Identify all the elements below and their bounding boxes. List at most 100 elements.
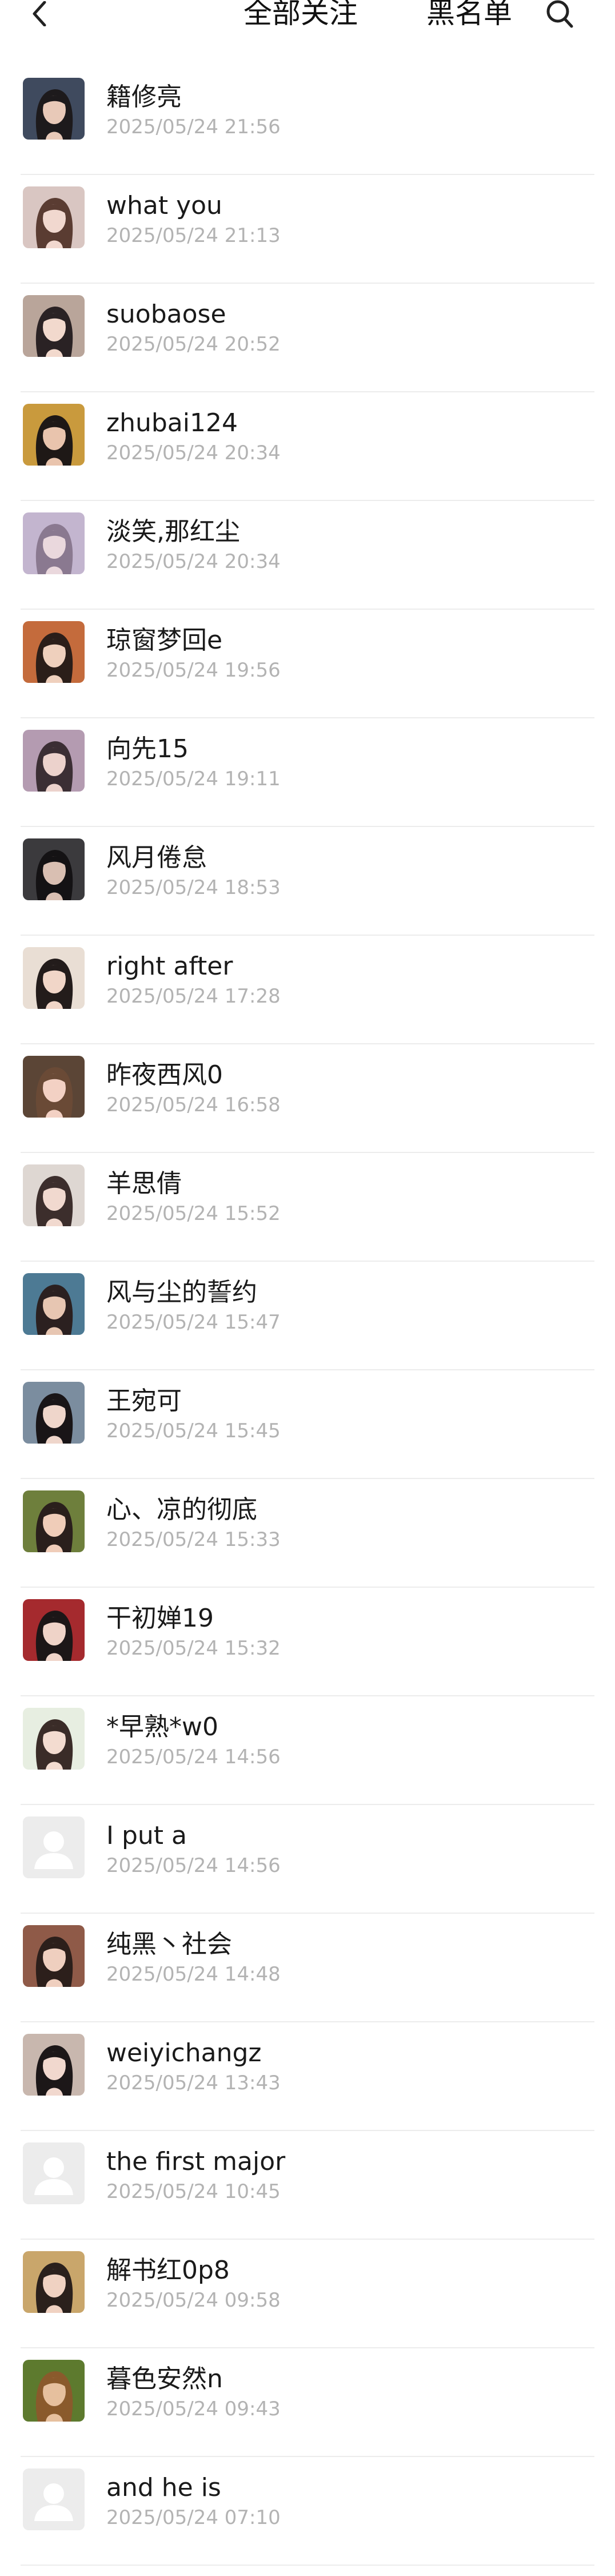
user-name: and he is xyxy=(106,2473,221,2502)
follow-time: 2025/05/24 19:11 xyxy=(106,768,281,790)
follow-time: 2025/05/24 19:56 xyxy=(106,659,281,682)
default-avatar-icon[interactable] xyxy=(23,2468,85,2530)
user-name: 解书红0p8 xyxy=(106,2256,230,2285)
avatar-photo[interactable] xyxy=(23,1056,85,1118)
follow-row[interactable]: 向先15 2025/05/24 19:11 xyxy=(0,718,615,827)
avatar-photo[interactable] xyxy=(23,1490,85,1552)
follow-time: 2025/05/24 10:45 xyxy=(106,2180,281,2203)
follow-time: 2025/05/24 21:13 xyxy=(106,224,281,247)
avatar-photo[interactable] xyxy=(23,730,85,792)
chevron-left-icon xyxy=(33,1,46,26)
follow-time: 2025/05/24 09:43 xyxy=(106,2398,281,2420)
user-name: 向先15 xyxy=(106,734,189,764)
user-name: 王宛可 xyxy=(106,1386,182,1416)
user-name: 昨夜西风0 xyxy=(106,1060,223,1090)
follow-row[interactable]: weiyichangz 2025/05/24 13:43 xyxy=(0,2022,615,2131)
follow-time: 2025/05/24 18:53 xyxy=(106,876,281,899)
follow-time: 2025/05/24 17:28 xyxy=(106,985,281,1008)
user-name: 风月倦怠 xyxy=(106,843,207,872)
user-name: *早熟*w0 xyxy=(106,1712,218,1742)
follow-row[interactable]: I put a 2025/05/24 14:56 xyxy=(0,1805,615,1914)
user-name: 风与尘的誓约 xyxy=(106,1278,257,1307)
follow-time: 2025/05/24 15:33 xyxy=(106,1528,281,1551)
top-bar: 全部关注 黑名单 xyxy=(0,0,615,33)
avatar-photo[interactable] xyxy=(23,2034,85,2096)
follow-row[interactable]: right after 2025/05/24 17:28 xyxy=(0,936,615,1044)
avatar-photo[interactable] xyxy=(23,1925,85,1987)
avatar-photo[interactable] xyxy=(23,1164,85,1226)
tab-blacklist[interactable]: 黑名单 xyxy=(426,0,512,30)
user-name: 籍修亮 xyxy=(106,82,182,112)
default-avatar-icon[interactable] xyxy=(23,2142,85,2204)
user-name: what you xyxy=(106,191,222,220)
avatar-photo[interactable] xyxy=(23,1708,85,1770)
follow-row[interactable]: 风月倦怠 2025/05/24 18:53 xyxy=(0,827,615,936)
avatar-photo[interactable] xyxy=(23,621,85,683)
follow-row[interactable]: suobaose 2025/05/24 20:52 xyxy=(0,284,615,392)
follow-time: 2025/05/24 14:56 xyxy=(106,1746,281,1768)
avatar-photo[interactable] xyxy=(23,295,85,357)
default-avatar-icon[interactable] xyxy=(23,1816,85,1878)
avatar-photo[interactable] xyxy=(23,838,85,900)
follow-time: 2025/05/24 20:34 xyxy=(106,442,281,464)
follow-time: 2025/05/24 21:56 xyxy=(106,116,281,138)
follow-row[interactable]: 王宛可 2025/05/24 15:45 xyxy=(0,1370,615,1479)
user-name: suobaose xyxy=(106,300,226,329)
avatar-photo[interactable] xyxy=(23,1599,85,1661)
follow-time: 2025/05/24 20:52 xyxy=(106,333,281,356)
avatar-photo[interactable] xyxy=(23,512,85,574)
search-button[interactable] xyxy=(543,0,577,30)
user-name: zhubai124 xyxy=(106,408,238,438)
avatar-photo[interactable] xyxy=(23,2360,85,2422)
follow-row[interactable]: 纯黑丶社会 2025/05/24 14:48 xyxy=(0,1914,615,2022)
avatar-photo[interactable] xyxy=(23,404,85,466)
follow-time: 2025/05/24 15:32 xyxy=(106,1637,281,1660)
user-name: 琼窗梦回e xyxy=(106,626,223,655)
follow-row[interactable]: 风与尘的誓约 2025/05/24 15:47 xyxy=(0,1262,615,1370)
follow-row[interactable]: 干初婵19 2025/05/24 15:32 xyxy=(0,1588,615,1696)
follow-row[interactable]: *早熟*w0 2025/05/24 14:56 xyxy=(0,1696,615,1805)
user-name: I put a xyxy=(106,1821,187,1850)
follow-time: 2025/05/24 07:10 xyxy=(106,2506,281,2529)
avatar-photo[interactable] xyxy=(23,947,85,1009)
search-icon xyxy=(546,0,573,28)
avatar-photo[interactable] xyxy=(23,1382,85,1444)
follow-list: 籍修亮 2025/05/24 21:56 what you 2025/05/24 21… xyxy=(0,66,615,2566)
follow-row[interactable]: zhubai124 2025/05/24 20:34 xyxy=(0,392,615,501)
avatar-photo[interactable] xyxy=(23,186,85,248)
follow-row[interactable]: the first major 2025/05/24 10:45 xyxy=(0,2131,615,2240)
user-name: right after xyxy=(106,952,233,981)
user-name: 暮色安然n xyxy=(106,2364,223,2394)
follow-row[interactable]: 心、凉的彻底 2025/05/24 15:33 xyxy=(0,1479,615,1588)
follow-time: 2025/05/24 15:47 xyxy=(106,1311,281,1334)
avatar-photo[interactable] xyxy=(23,1273,85,1335)
follow-row[interactable]: and he is 2025/05/24 07:10 xyxy=(0,2457,615,2566)
follow-time: 2025/05/24 20:34 xyxy=(106,550,281,573)
follow-time: 2025/05/24 15:45 xyxy=(106,1420,281,1442)
avatar-photo[interactable] xyxy=(23,78,85,140)
follow-row[interactable]: 琼窗梦回e 2025/05/24 19:56 xyxy=(0,610,615,718)
user-name: weiyichangz xyxy=(106,2038,262,2068)
user-name: the first major xyxy=(106,2147,286,2176)
follow-time: 2025/05/24 09:58 xyxy=(106,2289,281,2312)
user-name: 羊思倩 xyxy=(106,1169,182,1198)
follow-time: 2025/05/24 13:43 xyxy=(106,2072,281,2094)
tab-all-follows[interactable]: 全部关注 xyxy=(243,0,358,30)
follow-row[interactable]: what you 2025/05/24 21:13 xyxy=(0,175,615,284)
follow-row[interactable]: 淡笑,那红尘 2025/05/24 20:34 xyxy=(0,501,615,610)
user-name: 纯黑丶社会 xyxy=(106,1930,232,1959)
follow-time: 2025/05/24 15:52 xyxy=(106,1202,281,1225)
follow-time: 2025/05/24 14:48 xyxy=(106,1963,281,1986)
follow-time: 2025/05/24 14:56 xyxy=(106,1854,281,1877)
follow-row[interactable]: 暮色安然n 2025/05/24 09:43 xyxy=(0,2348,615,2457)
follow-row[interactable]: 昨夜西风0 2025/05/24 16:58 xyxy=(0,1044,615,1153)
row-divider xyxy=(21,2565,594,2566)
avatar-photo[interactable] xyxy=(23,2251,85,2313)
user-name: 干初婵19 xyxy=(106,1604,214,1633)
follow-row[interactable]: 解书红0p8 2025/05/24 09:58 xyxy=(0,2240,615,2348)
follow-time: 2025/05/24 16:58 xyxy=(106,1094,281,1116)
follow-row[interactable]: 籍修亮 2025/05/24 21:56 xyxy=(0,66,615,175)
follow-row[interactable]: 羊思倩 2025/05/24 15:52 xyxy=(0,1153,615,1262)
back-button[interactable] xyxy=(27,0,55,29)
user-name: 淡笑,那红尘 xyxy=(106,517,240,546)
